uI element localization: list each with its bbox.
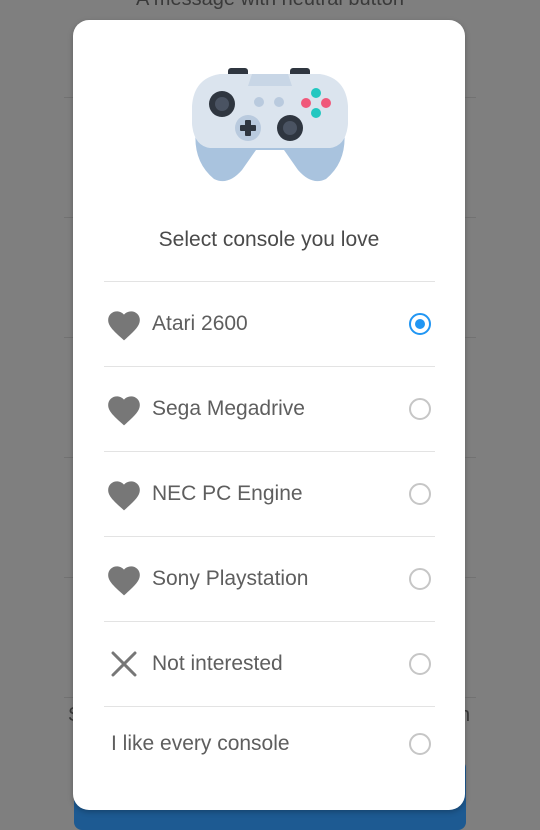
option-label: NEC PC Engine xyxy=(152,482,303,505)
radio-button[interactable] xyxy=(409,568,431,590)
option-label: Atari 2600 xyxy=(152,312,248,335)
option-label: Sega Megadrive xyxy=(152,397,305,420)
option-sega-megadrive[interactable]: Sega Megadrive xyxy=(104,367,435,451)
option-label: Sony Playstation xyxy=(152,567,309,590)
option-atari-2600[interactable]: Atari 2600 xyxy=(104,282,435,366)
option-sony-playstation[interactable]: Sony Playstation xyxy=(104,537,435,621)
option-label: Not interested xyxy=(152,652,283,675)
heart-icon xyxy=(104,304,144,344)
radio-button[interactable] xyxy=(409,653,431,675)
radio-button-selected[interactable] xyxy=(409,313,431,335)
close-icon xyxy=(104,644,144,684)
option-like-every-console[interactable]: I like every console xyxy=(104,702,435,786)
dialog-title: Select console you love xyxy=(158,228,380,251)
heart-icon xyxy=(104,474,144,514)
option-not-interested[interactable]: Not interested xyxy=(104,622,435,706)
radio-button[interactable] xyxy=(409,483,431,505)
background-message: A message with neutral button xyxy=(0,0,540,11)
radio-button[interactable] xyxy=(409,733,431,755)
heart-icon xyxy=(104,389,144,429)
option-label: I like every console xyxy=(111,732,290,755)
gamepad-icon xyxy=(192,68,348,182)
radio-button[interactable] xyxy=(409,398,431,420)
option-nec-pc-engine[interactable]: NEC PC Engine xyxy=(104,452,435,536)
select-console-dialog: Select console you love Atari 2600 Sega … xyxy=(73,20,465,810)
heart-icon xyxy=(104,559,144,599)
